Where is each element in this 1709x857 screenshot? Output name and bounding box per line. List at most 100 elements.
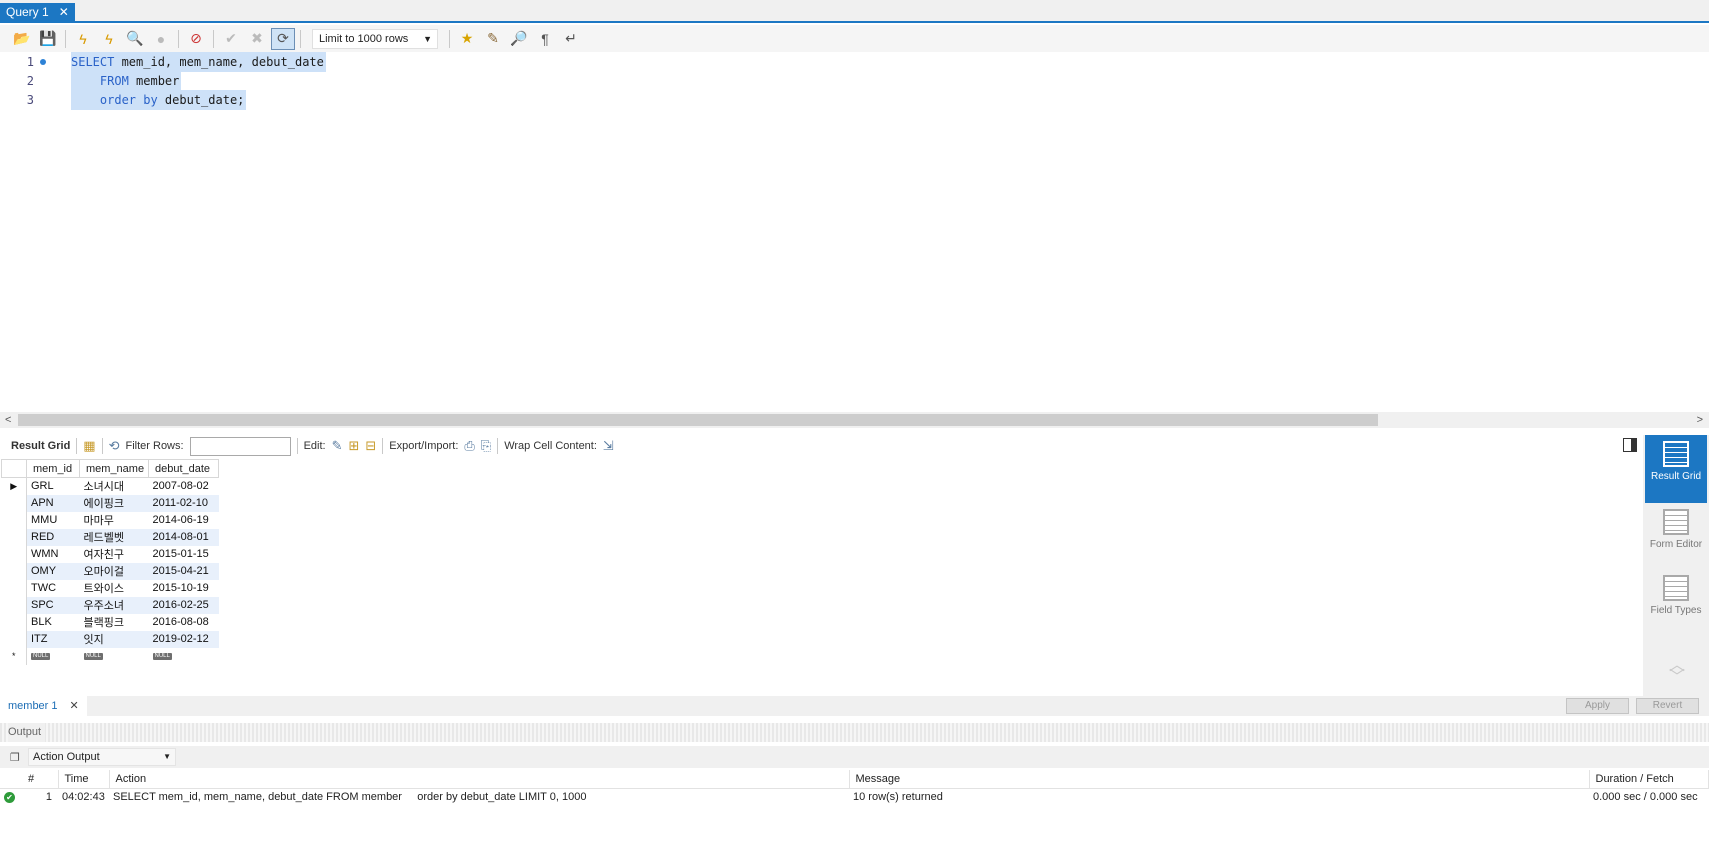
grid-cell-mem-name[interactable]: 우주소녀 bbox=[79, 596, 149, 614]
open-file-icon[interactable]: 📂 bbox=[10, 28, 34, 50]
import-icon[interactable]: ⎘ bbox=[481, 438, 491, 454]
new-row[interactable]: * NULL NULL NULL bbox=[1, 647, 219, 665]
word-wrap-icon[interactable]: ↵ bbox=[559, 28, 583, 50]
wrap-cell-icon[interactable]: ⇲ bbox=[603, 438, 614, 454]
table-row[interactable]: MMU 마마무 2014-06-19 bbox=[1, 511, 219, 529]
grid-cell-mem-id[interactable]: MMU bbox=[27, 512, 80, 529]
row-header[interactable] bbox=[1, 613, 27, 631]
stop-on-error-icon[interactable]: ⊘ bbox=[184, 28, 208, 50]
apply-button[interactable]: Apply bbox=[1566, 698, 1629, 714]
grid-cell-debut-date[interactable]: 2014-08-01 bbox=[148, 528, 219, 546]
grid-cell-mem-id[interactable]: BLK bbox=[27, 614, 80, 631]
side-form-editor-button[interactable]: Form Editor bbox=[1645, 503, 1707, 569]
row-header[interactable] bbox=[1, 579, 27, 597]
table-row[interactable]: RED 레드벨벳 2014-08-01 bbox=[1, 528, 219, 546]
grid-cell-mem-name[interactable]: 레드벨벳 bbox=[79, 528, 149, 546]
row-header[interactable] bbox=[1, 545, 27, 563]
row-header[interactable] bbox=[1, 511, 27, 529]
refresh-icon[interactable]: ⟲ bbox=[109, 438, 120, 454]
delete-row-icon[interactable]: ⊟ bbox=[365, 438, 376, 454]
grid-cell-debut-date[interactable]: 2019-02-12 bbox=[148, 630, 219, 648]
sql-editor[interactable]: 1 SELECT mem_id, mem_name, debut_date 2 … bbox=[0, 52, 1709, 412]
current-row-pointer-icon[interactable]: ▶ bbox=[1, 477, 27, 495]
grid-cell-mem-name[interactable]: 마마무 bbox=[80, 512, 149, 529]
output-column-time[interactable]: Time bbox=[58, 770, 110, 789]
close-icon[interactable]: ✕ bbox=[59, 3, 69, 22]
grid-cell-mem-id[interactable]: APN bbox=[26, 494, 80, 512]
table-row[interactable]: SPC 우주소녀 2016-02-25 bbox=[1, 596, 219, 614]
scroll-right-icon[interactable]: > bbox=[1697, 412, 1703, 428]
invisible-chars-icon[interactable]: ¶ bbox=[533, 28, 557, 50]
table-row[interactable]: ITZ 잇지 2019-02-12 bbox=[1, 630, 219, 648]
grid-cell-debut-date[interactable]: 2015-04-21 bbox=[148, 562, 219, 580]
output-column-duration[interactable]: Duration / Fetch bbox=[1589, 770, 1709, 789]
grid-cell-mem-name[interactable]: 여자친구 bbox=[80, 546, 149, 563]
scrollbar-thumb[interactable] bbox=[18, 414, 1378, 426]
table-row[interactable]: TWC 트와이스 2015-10-19 bbox=[1, 579, 219, 597]
toggle-side-panel-icon[interactable] bbox=[1623, 438, 1637, 452]
output-row[interactable]: ✔ 1 04:02:43 SELECT mem_id, mem_name, de… bbox=[0, 788, 1709, 806]
filter-rows-input[interactable] bbox=[189, 436, 291, 456]
table-row[interactable]: WMN 여자친구 2015-01-15 bbox=[1, 545, 219, 563]
grid-cell-mem-id[interactable]: ITZ bbox=[26, 630, 80, 648]
null-cell[interactable]: NULL bbox=[27, 648, 80, 665]
grid-cell-mem-id[interactable]: SPC bbox=[26, 596, 80, 614]
row-header[interactable] bbox=[1, 562, 27, 580]
beautify-icon[interactable]: ✎ bbox=[481, 28, 505, 50]
table-row[interactable]: APN 에이핑크 2011-02-10 bbox=[1, 494, 219, 512]
copy-output-icon[interactable]: ❐ bbox=[10, 751, 20, 764]
stop-icon[interactable]: ● bbox=[149, 28, 173, 50]
table-row[interactable]: ▶ GRL 소녀시대 2007-08-02 bbox=[1, 477, 219, 495]
edit-row-icon[interactable]: ✎ bbox=[332, 438, 343, 454]
output-column-num[interactable]: # bbox=[22, 770, 59, 789]
execute-current-icon[interactable]: ϟ bbox=[97, 28, 121, 50]
tab-query-1[interactable]: Query 1 ✕ bbox=[0, 3, 75, 22]
table-row[interactable]: OMY 오마이걸 2015-04-21 bbox=[1, 562, 219, 580]
close-icon[interactable]: ✕ bbox=[70, 696, 79, 716]
grid-cell-debut-date[interactable]: 2014-06-19 bbox=[149, 512, 219, 529]
side-field-types-button[interactable]: Field Types bbox=[1645, 569, 1707, 635]
grid-cell-mem-id[interactable]: TWC bbox=[27, 580, 80, 597]
grid-cell-debut-date[interactable]: 2011-02-10 bbox=[148, 494, 219, 512]
column-header-mem-name[interactable]: mem_name bbox=[79, 459, 149, 478]
grid-cell-debut-date[interactable]: 2015-01-15 bbox=[149, 546, 219, 563]
grid-cell-mem-id[interactable]: OMY bbox=[26, 562, 80, 580]
limit-rows-select[interactable]: Limit to 1000 rows ▼ bbox=[312, 28, 438, 49]
grid-cell-debut-date[interactable]: 2016-02-25 bbox=[148, 596, 219, 614]
grid-cell-mem-id[interactable]: RED bbox=[26, 528, 80, 546]
grid-cell-mem-name[interactable]: 잇지 bbox=[79, 630, 149, 648]
snippet-star-icon[interactable]: ★ bbox=[455, 28, 479, 50]
output-column-action[interactable]: Action bbox=[109, 770, 850, 789]
save-icon[interactable]: 💾 bbox=[36, 28, 60, 50]
table-row[interactable]: BLK 블랙핑크 2016-08-08 bbox=[1, 613, 219, 631]
result-grid-label[interactable]: Result Grid bbox=[11, 440, 70, 452]
explain-icon[interactable]: 🔍 bbox=[123, 28, 147, 50]
grid-cell-debut-date[interactable]: 2015-10-19 bbox=[149, 580, 219, 597]
scroll-left-icon[interactable]: < bbox=[5, 412, 11, 428]
grid-cell-mem-name[interactable]: 블랙핑크 bbox=[80, 614, 149, 631]
row-header[interactable] bbox=[1, 528, 27, 546]
row-header[interactable] bbox=[1, 630, 27, 648]
add-row-icon[interactable]: ⊞ bbox=[348, 438, 359, 454]
output-type-select[interactable]: Action Output ▼ bbox=[28, 748, 176, 766]
row-header[interactable] bbox=[1, 494, 27, 512]
grid-cell-mem-id[interactable]: GRL bbox=[27, 478, 80, 495]
commit-icon[interactable]: ✔ bbox=[219, 28, 243, 50]
output-column-message[interactable]: Message bbox=[849, 770, 1590, 789]
grid-cell-debut-date[interactable]: 2016-08-08 bbox=[149, 614, 219, 631]
grid-cell-mem-name[interactable]: 오마이걸 bbox=[79, 562, 149, 580]
export-icon[interactable]: ⎙ bbox=[464, 438, 474, 454]
grid-cell-mem-name[interactable]: 트와이스 bbox=[80, 580, 149, 597]
row-header[interactable] bbox=[1, 596, 27, 614]
execute-all-icon[interactable]: ϟ bbox=[71, 28, 95, 50]
grid-cell-mem-name[interactable]: 소녀시대 bbox=[80, 478, 149, 495]
grid-cell-mem-name[interactable]: 에이핑크 bbox=[79, 494, 149, 512]
grid-layout-icon[interactable]: ▦ bbox=[83, 438, 95, 454]
side-result-grid-button[interactable]: Result Grid bbox=[1645, 435, 1707, 503]
editor-horizontal-scrollbar[interactable]: < > bbox=[0, 412, 1709, 428]
grid-cell-debut-date[interactable]: 2007-08-02 bbox=[149, 478, 219, 495]
autocommit-toggle-icon[interactable]: ⟳ bbox=[271, 27, 295, 50]
rollback-icon[interactable]: ✖ bbox=[245, 28, 269, 50]
null-cell[interactable]: NULL bbox=[80, 648, 149, 665]
grid-cell-mem-id[interactable]: WMN bbox=[27, 546, 80, 563]
